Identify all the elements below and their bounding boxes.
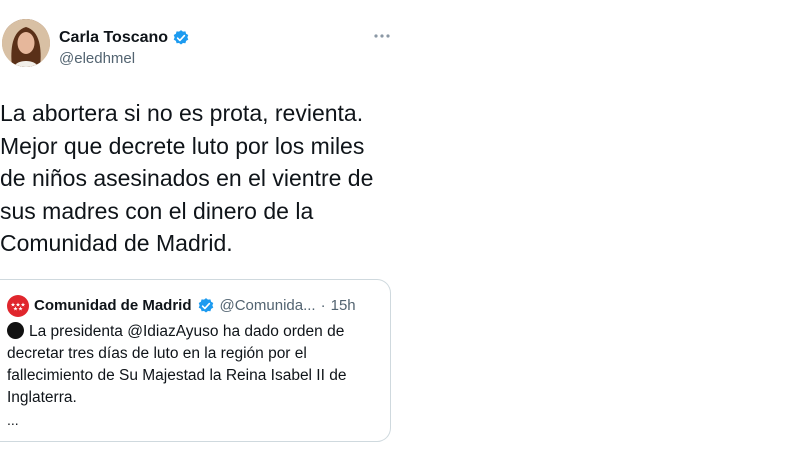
comunidad-madrid-logo-icon[interactable] xyxy=(7,295,29,317)
quoted-timestamp[interactable]: 15h xyxy=(331,296,356,316)
author-avatar[interactable] xyxy=(2,19,50,67)
quoted-tweet-ellipsis: ... xyxy=(7,412,19,428)
author-name[interactable]: Carla Toscano xyxy=(59,28,168,48)
author-handle[interactable]: @eledhmel xyxy=(59,50,135,68)
quoted-author-name[interactable]: Comunidad de Madrid xyxy=(34,296,192,316)
quoted-separator: · xyxy=(320,297,326,314)
quoted-tweet-text: La presidenta @IdiazAyuso ha dado orden … xyxy=(7,323,347,406)
quoted-tweet-text-block: La presidenta @IdiazAyuso ha dado orden … xyxy=(7,321,385,409)
quoted-tweet-card[interactable]: Comunidad de Madrid @Comunida... · 15h L… xyxy=(0,279,391,442)
more-dots-icon[interactable] xyxy=(373,30,391,42)
author-name-row[interactable]: Carla Toscano xyxy=(59,28,190,48)
tweet-text: La abortera si no es prota, revienta. Me… xyxy=(0,100,374,256)
quoted-tweet-header: Comunidad de Madrid @Comunida... · 15h xyxy=(7,295,356,317)
avatar-image xyxy=(2,19,50,67)
black-circle-icon xyxy=(7,322,24,339)
verified-badge-icon xyxy=(173,30,189,45)
quoted-author-handle[interactable]: @Comunida... xyxy=(220,296,316,316)
verified-badge-icon xyxy=(198,298,213,313)
tweet: Carla Toscano @eledhmel La abortera si n… xyxy=(0,0,800,450)
